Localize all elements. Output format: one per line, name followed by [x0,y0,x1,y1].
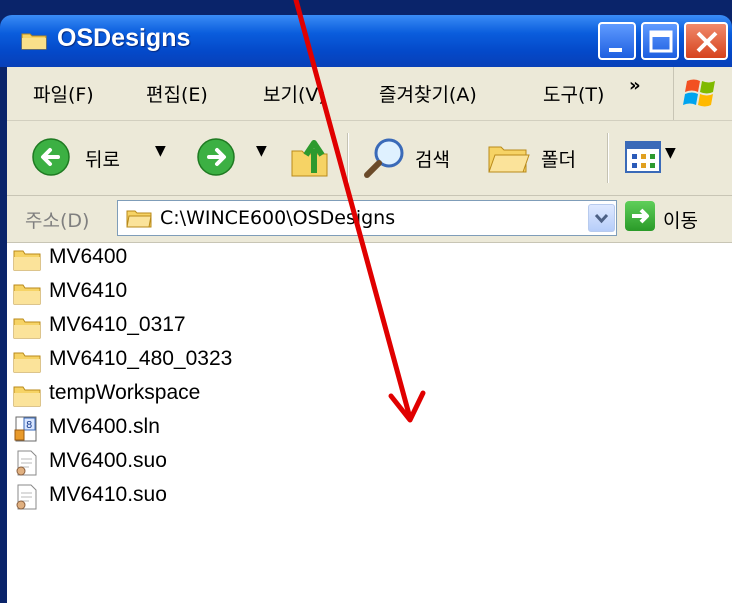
menu-overflow-chevron[interactable]: » [629,75,641,96]
back-button[interactable]: 뒤로 ▼ [27,121,177,195]
file-name: MV6410_0317 [49,313,186,336]
address-path: C:\WINCE600\OSDesigns [160,207,396,229]
folders-icon [488,146,530,173]
list-item[interactable]: tempWorkspace [13,379,413,409]
toolbar-divider [347,133,349,183]
file-name: MV6410_480_0323 [49,347,233,370]
solution-file-icon: 8 [14,416,37,442]
address-bar: 주소(D) C:\WINCE600\OSDesigns 이동 [7,196,732,243]
suo-file-icon [16,450,37,476]
address-input[interactable]: C:\WINCE600\OSDesigns [117,200,617,236]
list-item[interactable]: MV6410.suo [13,481,413,511]
svg-text:8: 8 [26,420,32,431]
file-list: MV6400 MV6410 MV6410_0317 MV6410_480_032… [7,243,732,603]
folder-icon [126,210,152,228]
close-icon [696,31,718,53]
back-dropdown-icon[interactable]: ▼ [155,143,166,159]
list-item[interactable]: MV6410_0317 [13,311,413,341]
minimize-button[interactable] [598,22,636,60]
list-item[interactable]: MV6400 [13,243,413,273]
toolbar: 뒤로 ▼ ▼ 검색 폴더 ▼ [7,121,732,196]
back-label: 뒤로 [85,149,120,171]
folders-button[interactable]: 폴더 [485,121,595,195]
address-label: 주소(D) [25,210,90,232]
folders-label: 폴더 [541,149,576,171]
back-arrow-icon [32,138,70,176]
list-item[interactable]: MV6410_480_0323 [13,345,413,375]
menu-tools[interactable]: 도구(T) [543,80,617,107]
folder-icon [13,386,41,407]
views-grid-icon [625,141,661,173]
go-button[interactable] [625,201,655,231]
file-name: MV6400.sln [49,415,160,438]
menu-bar: 파일(F) 편집(E) 보기(V) 즐겨찾기(A) 도구(T) » [7,67,732,121]
list-item[interactable]: 8 MV6400.sln [13,413,413,443]
menu-view[interactable]: 보기(V) [263,80,326,107]
list-item[interactable]: MV6410 [13,277,413,307]
go-arrow-icon [632,208,649,224]
menu-divider [673,67,674,120]
file-name: MV6410 [49,279,128,302]
file-name: tempWorkspace [49,381,201,404]
file-name: MV6400.suo [49,449,167,472]
forward-dropdown-icon[interactable]: ▼ [256,143,267,159]
forward-arrow-icon [197,138,235,176]
explorer-window: OSDesigns 파일(F) 편집(E) 보기(V) 즐겨찾기(A) 도구(T… [0,0,732,603]
magnifier-icon [364,138,404,178]
file-name: MV6400 [49,245,128,268]
search-button[interactable]: 검색 [359,121,469,195]
go-label[interactable]: 이동 [663,206,698,233]
menu-favorites[interactable]: 즐겨찾기(A) [379,80,477,107]
chevron-down-icon [594,213,609,224]
address-dropdown-button[interactable] [588,204,615,232]
folder-icon [13,352,41,373]
views-dropdown-icon[interactable]: ▼ [665,145,676,161]
menu-edit[interactable]: 편집(E) [146,80,208,107]
folder-icon [13,284,41,305]
suo-file-icon [16,484,37,510]
menu-file[interactable]: 파일(F) [33,80,94,107]
minimize-icon [609,48,622,52]
title-bar[interactable]: OSDesigns [0,15,732,67]
list-item[interactable]: MV6400.suo [13,447,413,477]
close-button[interactable] [684,22,728,60]
maximize-button[interactable] [641,22,679,60]
up-folder-icon[interactable] [290,135,334,179]
forward-button[interactable]: ▼ [192,121,272,195]
folder-icon [13,250,41,271]
file-name: MV6410.suo [49,483,167,506]
window-title: OSDesigns [57,24,191,52]
views-button[interactable]: ▼ [621,121,691,195]
search-label: 검색 [415,149,450,171]
windows-logo-icon [683,79,715,107]
folder-icon [13,318,41,339]
toolbar-divider [607,133,609,183]
maximize-icon [649,30,673,53]
folder-icon [21,33,47,50]
